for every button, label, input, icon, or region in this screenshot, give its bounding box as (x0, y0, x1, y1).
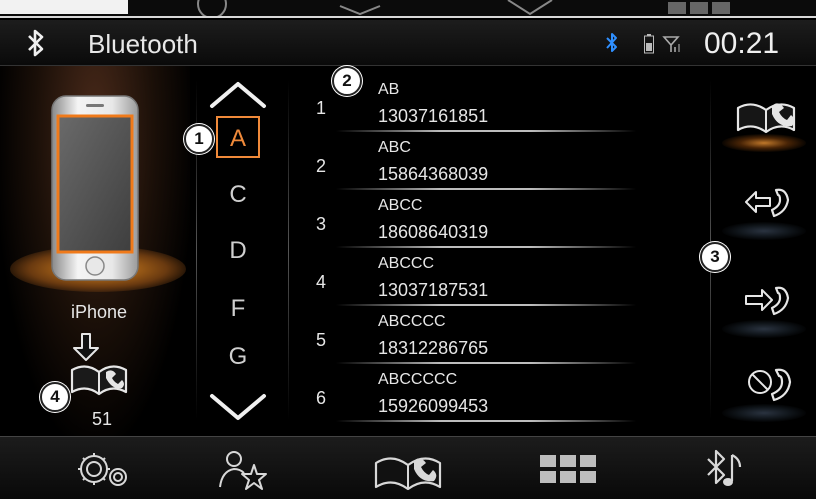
contact-number: 13037187531 (378, 280, 489, 300)
contact-index: 2 (316, 156, 327, 176)
nav-settings-button[interactable] (52, 441, 152, 497)
alpha-letter-a[interactable]: A (216, 116, 260, 158)
divider-mid (288, 80, 289, 420)
main-area: iPhone 51 A C D F G 1 AB 13037161851 2 A… (0, 66, 816, 436)
ghost-phonebook-icon (507, 0, 553, 16)
bluetooth-music-icon (707, 449, 742, 486)
contact-number: 15864368039 (378, 164, 489, 184)
ghost-grid-icon (668, 2, 730, 14)
header-bar: Bluetooth 00:21 (0, 20, 816, 66)
incoming-calls-button[interactable] (716, 168, 812, 240)
contact-name: ABCC (378, 197, 423, 214)
contact-index: 4 (316, 272, 327, 292)
ghost-settings-icon (197, 0, 227, 16)
missed-call-icon (748, 368, 792, 402)
nav-favorites-button[interactable] (192, 441, 292, 497)
bottom-nav-bar (0, 436, 816, 499)
contact-number: 18608640319 (378, 222, 489, 242)
download-contacts-icon[interactable] (68, 332, 130, 402)
contact-row[interactable]: 1 AB 13037161851 (306, 76, 710, 134)
bluetooth-status-icon (606, 33, 617, 52)
bluetooth-icon (28, 29, 44, 57)
nav-apps-button[interactable] (518, 441, 618, 497)
contact-number: 18312286765 (378, 338, 489, 358)
phonebook-icon (374, 457, 442, 491)
incoming-call-icon (745, 188, 790, 218)
clock: 00:21 (704, 27, 780, 60)
contact-index: 3 (316, 214, 327, 234)
phonebook-icon (736, 103, 796, 134)
contact-row[interactable]: 4 ABCCC 13037187531 (306, 250, 710, 308)
missed-calls-button[interactable] (716, 350, 812, 422)
callout-badge-3: 3 (700, 242, 730, 272)
contact-name: ABCCCCC (378, 371, 458, 388)
outgoing-calls-button[interactable] (716, 266, 812, 338)
phonebook-button[interactable] (716, 80, 812, 152)
favorites-icon (219, 451, 267, 490)
row-separator (336, 188, 636, 190)
row-separator (336, 130, 636, 132)
contact-count: 51 (91, 409, 113, 429)
alpha-letter-g[interactable]: G (216, 336, 260, 378)
row-separator (336, 362, 636, 364)
phone-device-icon (51, 95, 139, 281)
apps-grid-icon (540, 455, 596, 483)
outgoing-call-icon (745, 286, 790, 316)
row-separator (336, 246, 636, 248)
nav-phonebook-button[interactable] (358, 441, 458, 497)
contact-number: 15926099453 (378, 396, 489, 416)
contact-name: ABCCC (378, 255, 435, 272)
nav-bluetooth-music-button[interactable] (672, 441, 772, 497)
row-separator (336, 304, 636, 306)
contact-index: 1 (316, 98, 327, 118)
ghost-favorites-icon (339, 5, 381, 16)
battery-icon (644, 34, 654, 54)
row-separator (336, 420, 636, 422)
scroll-up-chevron-icon[interactable] (208, 80, 268, 110)
callout-badge-4: 4 (40, 382, 70, 412)
contact-name: ABC (378, 139, 411, 156)
page-title: Bluetooth (88, 29, 198, 59)
device-name: iPhone (70, 302, 128, 322)
settings-icon (78, 453, 127, 486)
contact-number: 13037161851 (378, 106, 489, 126)
contact-row[interactable]: 5 ABCCCC 18312286765 (306, 308, 710, 366)
callout-badge-2: 2 (332, 66, 362, 96)
contact-index: 5 (316, 330, 327, 350)
alpha-letter-f[interactable]: F (216, 288, 260, 330)
device-panel: iPhone 51 (0, 66, 190, 436)
contact-name: AB (378, 81, 400, 98)
contact-index: 6 (316, 388, 327, 408)
alpha-letter-d[interactable]: D (216, 230, 260, 272)
contact-row[interactable]: 3 ABCC 18608640319 (306, 192, 710, 250)
contact-name: ABCCCC (378, 313, 446, 330)
scroll-down-chevron-icon[interactable] (208, 392, 268, 422)
callout-badge-1: 1 (184, 124, 214, 154)
signal-strength-icon (662, 36, 680, 52)
alpha-letter-c[interactable]: C (216, 174, 260, 216)
contact-row[interactable]: 2 ABC 15864368039 (306, 134, 710, 192)
top-strip (0, 0, 816, 18)
top-white-tab (0, 0, 128, 14)
contact-row[interactable]: 6 ABCCCCC 15926099453 (306, 366, 710, 424)
